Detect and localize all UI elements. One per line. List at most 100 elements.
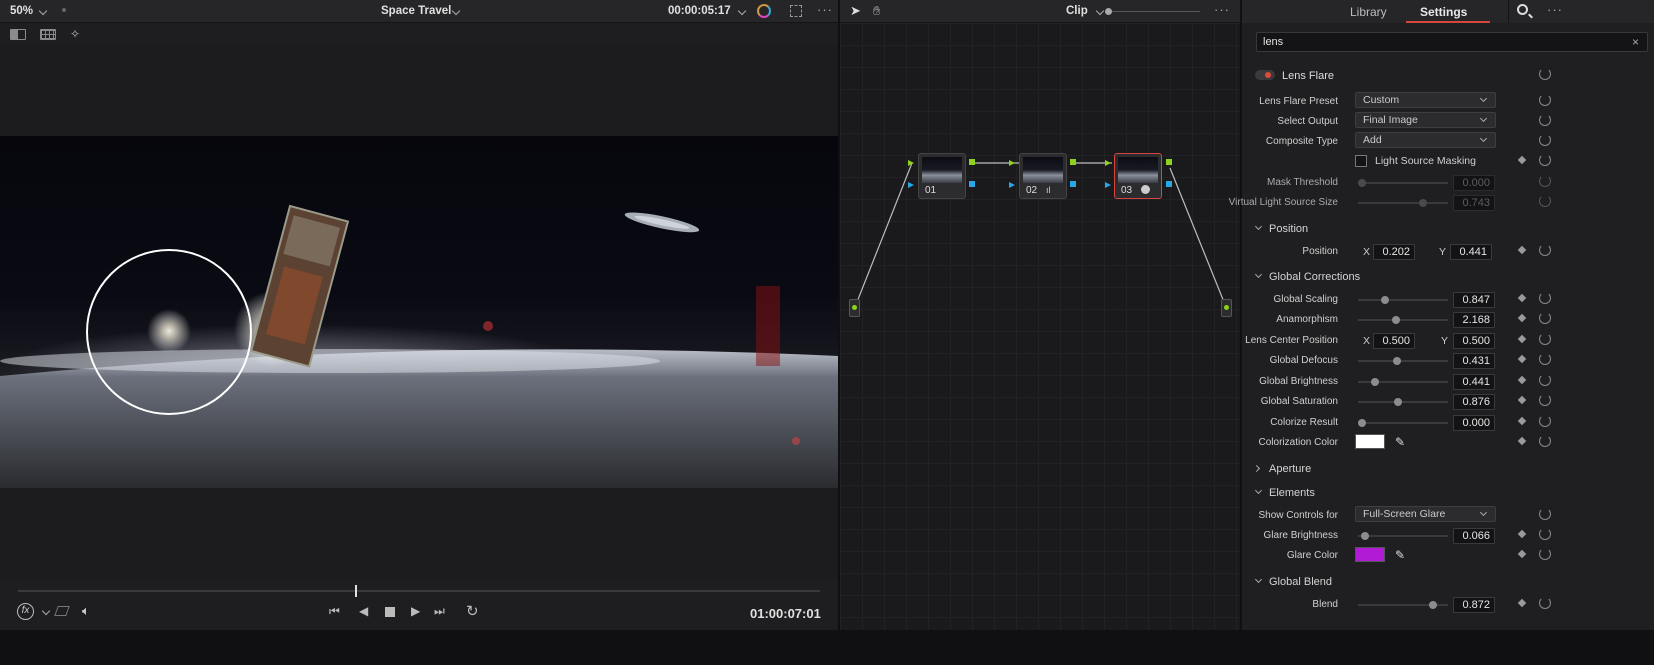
reset-icon[interactable]	[1539, 114, 1551, 126]
output-port-rgb[interactable]	[1166, 159, 1172, 165]
play-reverse-icon[interactable]: ◀	[359, 604, 368, 618]
clear-search-icon[interactable]: ×	[1632, 35, 1639, 49]
chevron-down-icon[interactable]	[41, 606, 51, 616]
output-port-key[interactable]	[1166, 181, 1172, 187]
virtual-size-slider[interactable]	[1358, 199, 1448, 207]
global-scaling-slider[interactable]	[1358, 296, 1448, 304]
magic-wand-icon[interactable]: ✧	[70, 27, 80, 41]
anamorphism-slider[interactable]	[1358, 316, 1448, 324]
section-aperture[interactable]: Aperture	[1242, 458, 1654, 480]
global-defocus-slider[interactable]	[1358, 357, 1448, 365]
reset-icon[interactable]	[1539, 415, 1551, 427]
node-graph[interactable]: 01 02 ıl 03	[840, 23, 1240, 630]
global-brightness-slider[interactable]	[1358, 378, 1448, 386]
glare-brightness-slider[interactable]	[1358, 532, 1448, 540]
reset-icon[interactable]	[1539, 195, 1551, 207]
reset-icon[interactable]	[1539, 353, 1551, 365]
volume-icon[interactable]: 🔈︎	[82, 603, 90, 619]
output-port-key[interactable]	[1070, 181, 1076, 187]
zoom-dropdown[interactable]: 50%	[10, 5, 33, 17]
position-y-field[interactable]: 0.441	[1450, 244, 1492, 260]
tab-settings[interactable]: Settings	[1420, 5, 1467, 19]
global-saturation-field[interactable]: 0.876	[1453, 394, 1495, 410]
playhead[interactable]	[354, 585, 357, 597]
keyframe-icon[interactable]	[1517, 395, 1527, 405]
tab-library[interactable]: Library	[1350, 5, 1387, 19]
composite-dropdown[interactable]: Add	[1355, 132, 1496, 148]
reset-icon[interactable]	[1539, 508, 1551, 520]
global-scaling-field[interactable]: 0.847	[1453, 292, 1495, 308]
reset-icon[interactable]	[1539, 175, 1551, 187]
colorize-result-field[interactable]: 0.000	[1453, 415, 1495, 431]
chevron-down-icon[interactable]	[737, 6, 747, 16]
search-input[interactable]: lens ×	[1256, 32, 1648, 52]
hand-tool-icon[interactable]: ✋︎	[873, 3, 880, 19]
reset-icon[interactable]	[1539, 597, 1551, 609]
position-x-field[interactable]: 0.202	[1373, 244, 1415, 260]
layers-icon[interactable]	[54, 606, 70, 616]
node-02[interactable]: 02 ıl	[1019, 153, 1067, 199]
more-options-icon[interactable]: ···	[1214, 2, 1230, 17]
go-to-end-icon[interactable]: ⏭︎	[434, 604, 445, 619]
keyframe-icon[interactable]	[1517, 375, 1527, 385]
keyframe-icon[interactable]	[1517, 245, 1527, 255]
section-global-blend[interactable]: Global Blend	[1242, 571, 1654, 593]
input-port-key[interactable]	[1009, 182, 1015, 188]
virtual-size-field[interactable]: 0.743	[1453, 195, 1495, 211]
blend-slider[interactable]	[1358, 601, 1448, 609]
keyframe-icon[interactable]	[1517, 354, 1527, 364]
glare-brightness-field[interactable]: 0.066	[1453, 528, 1495, 544]
node-mode-dropdown[interactable]: Clip	[1066, 5, 1088, 17]
eyedropper-icon[interactable]: ✎	[1395, 548, 1405, 562]
light-source-masking-checkbox[interactable]	[1355, 155, 1367, 167]
search-icon[interactable]	[1517, 4, 1528, 15]
output-port-rgb[interactable]	[1070, 159, 1076, 165]
reset-icon[interactable]	[1539, 68, 1551, 80]
output-port-key[interactable]	[969, 181, 975, 187]
output-dropdown[interactable]: Final Image	[1355, 112, 1496, 128]
blend-field[interactable]: 0.872	[1453, 597, 1495, 613]
reset-icon[interactable]	[1539, 312, 1551, 324]
reset-icon[interactable]	[1539, 394, 1551, 406]
pointer-tool-icon[interactable]: ➤	[850, 3, 861, 19]
reset-icon[interactable]	[1539, 528, 1551, 540]
color-wheel-icon[interactable]	[757, 4, 771, 18]
chevron-down-icon[interactable]	[1095, 6, 1105, 16]
keyframe-icon[interactable]	[1517, 334, 1527, 344]
reset-icon[interactable]	[1539, 292, 1551, 304]
reset-icon[interactable]	[1539, 244, 1551, 256]
colorize-result-slider[interactable]	[1358, 419, 1448, 427]
input-port-key[interactable]	[908, 182, 914, 188]
section-position[interactable]: Position	[1242, 218, 1654, 240]
scrub-bar[interactable]	[18, 585, 820, 597]
lens-center-x-field[interactable]: 0.500	[1373, 333, 1415, 349]
global-brightness-field[interactable]: 0.441	[1453, 374, 1495, 390]
more-options-icon[interactable]: ···	[817, 2, 833, 17]
keyframe-icon[interactable]	[1517, 529, 1527, 539]
reset-icon[interactable]	[1539, 134, 1551, 146]
reset-icon[interactable]	[1539, 374, 1551, 386]
global-defocus-field[interactable]: 0.431	[1453, 353, 1495, 369]
mask-threshold-field[interactable]: 0.000	[1453, 175, 1495, 191]
more-options-icon[interactable]: ···	[1547, 2, 1563, 17]
node-zoom-slider[interactable]	[1105, 8, 1200, 15]
lens-center-y-field[interactable]: 0.500	[1453, 333, 1495, 349]
anamorphism-field[interactable]: 2.168	[1453, 312, 1495, 328]
source-input-node[interactable]	[849, 299, 860, 317]
section-elements[interactable]: Elements	[1242, 482, 1654, 504]
show-controls-dropdown[interactable]: Full-Screen Glare	[1355, 506, 1496, 522]
preset-dropdown[interactable]: Custom	[1355, 92, 1496, 108]
section-global-corrections[interactable]: Global Corrections	[1242, 266, 1654, 288]
reset-icon[interactable]	[1539, 154, 1551, 166]
fullscreen-icon[interactable]	[790, 5, 802, 17]
reset-icon[interactable]	[1539, 435, 1551, 447]
keyframe-icon[interactable]	[1517, 313, 1527, 323]
go-to-start-icon[interactable]: ⏮︎	[329, 604, 340, 619]
effect-toggle[interactable]	[1255, 70, 1275, 80]
colorization-color-swatch[interactable]	[1355, 434, 1385, 449]
glare-color-swatch[interactable]	[1355, 547, 1385, 562]
output-port-rgb[interactable]	[969, 159, 975, 165]
node-03-selected[interactable]: 03	[1114, 153, 1162, 199]
input-port-rgb[interactable]	[1009, 160, 1015, 166]
stop-icon[interactable]	[385, 607, 395, 617]
